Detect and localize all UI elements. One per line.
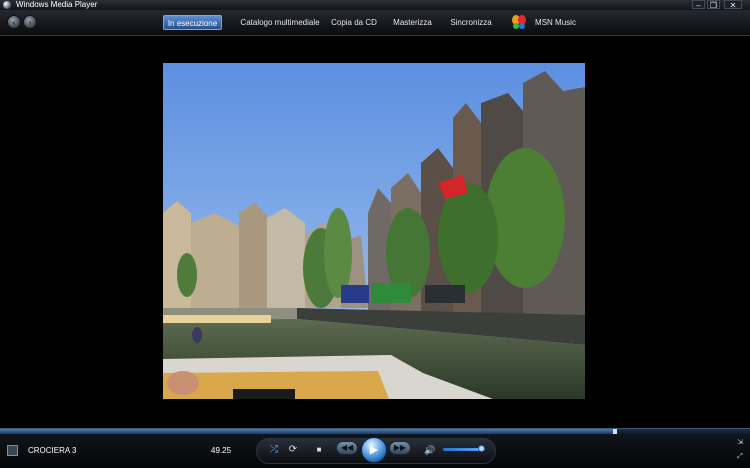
msn-butterfly-icon	[512, 15, 526, 29]
video-display-area[interactable]	[0, 36, 750, 428]
mute-button[interactable]: 🔊	[423, 443, 437, 457]
window-title: Windows Media Player	[16, 0, 98, 9]
seek-progress	[0, 429, 615, 434]
tab-msn-music[interactable]: MSN Music	[533, 15, 578, 30]
fullscreen-icon[interactable]: ⤢	[736, 453, 744, 461]
seek-bar[interactable]	[0, 428, 750, 435]
next-button[interactable]: ▶▶	[389, 441, 411, 455]
elapsed-time: 49.25	[211, 446, 232, 455]
tab-media-library[interactable]: Catalogo multimediale	[238, 15, 322, 30]
tab-burn[interactable]: Masterizza	[391, 15, 434, 30]
seek-thumb[interactable]	[613, 429, 617, 434]
minimize-button[interactable]: –	[692, 0, 705, 10]
media-info-icon[interactable]	[7, 445, 18, 456]
media-player-app-icon	[3, 1, 11, 9]
repeat-icon[interactable]: ⟳	[286, 443, 300, 457]
volume-thumb[interactable]	[478, 445, 485, 452]
compact-mode-icon[interactable]: ⇲	[736, 439, 744, 447]
forward-button[interactable]: ›	[23, 15, 37, 29]
media-title: CROCIERA 3	[28, 446, 77, 455]
play-button[interactable]: ▶	[361, 437, 387, 463]
playback-controls-bar: CROCIERA 3 49.25 ⤮ ⟳ ■ ◀◀ ▶ ▶▶ 🔊 ⇲ ⤢	[0, 435, 750, 468]
close-button[interactable]: ✕	[724, 0, 742, 10]
shuffle-icon[interactable]: ⤮	[267, 443, 281, 457]
previous-button[interactable]: ◀◀	[336, 441, 358, 455]
stop-button[interactable]: ■	[312, 443, 326, 457]
navigation-bar: ‹ › In esecuzione Catalogo multimediale …	[0, 10, 750, 36]
tab-now-playing[interactable]: In esecuzione	[163, 15, 222, 30]
back-button[interactable]: ‹	[7, 15, 21, 29]
restore-button[interactable]: ❐	[707, 0, 720, 10]
video-frame	[163, 63, 585, 399]
title-bar: Windows Media Player – ❐ ✕	[0, 0, 750, 10]
tab-rip-cd[interactable]: Copia da CD	[329, 15, 379, 30]
tab-sync[interactable]: Sincronizza	[449, 15, 493, 30]
